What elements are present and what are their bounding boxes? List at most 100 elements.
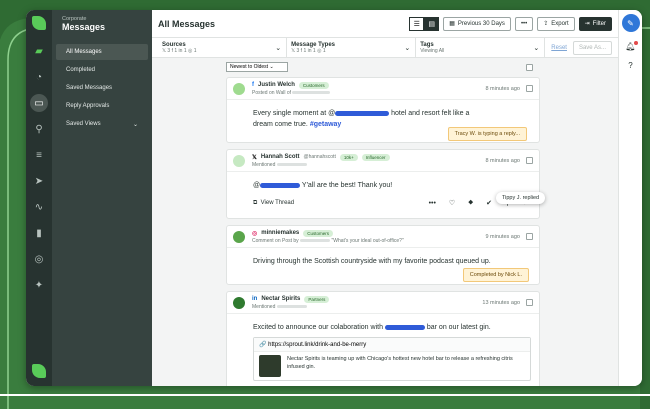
notification-dot — [633, 41, 638, 45]
author-name: Hannah Scott — [260, 154, 300, 160]
sidebar-item-completed[interactable]: Completed — [56, 62, 148, 78]
message-text: Every single moment at @ — [253, 110, 336, 117]
customer-badge: Customers — [303, 229, 334, 237]
sidebar-item-all-messages[interactable]: All Messages — [56, 44, 148, 60]
completed-note: Completed by Nick L. — [462, 268, 529, 282]
date-range-button[interactable]: ▦ Previous 30 Days — [443, 16, 511, 31]
message-header: 𝕏 Hannah Scott @hannahscott 10k+ Influen… — [227, 150, 539, 172]
message-text: bar on our latest gin. — [424, 324, 491, 331]
messages-sidebar: Corporate Messages All Messages Complete… — [52, 10, 152, 386]
timestamp: 13 minutes ago — [482, 299, 520, 306]
redacted-mention — [384, 324, 425, 330]
redacted-mention — [335, 110, 390, 116]
message-card[interactable]: in Nectar Spirits Partners Mentioned 13 … — [226, 291, 540, 386]
sidebar-item-reply-approvals[interactable]: Reply Approvals — [56, 98, 148, 114]
reports-icon[interactable]: ▮ — [30, 224, 48, 242]
message-card[interactable]: ◎ minniemakes Customers Comment on Post … — [226, 225, 540, 285]
inbox-icon[interactable]: ▭ — [30, 94, 48, 112]
export-icon: ⇪ — [543, 21, 549, 27]
bell-icon[interactable]: 🔔︎ — [625, 41, 638, 51]
message-text: Y'all are the best! Thank you! — [300, 182, 393, 189]
pin-icon[interactable]: ⚲ — [30, 120, 48, 138]
author-name: Justin Welch — [258, 82, 295, 88]
message-feed: Newest to Oldest ⌄ f Justin Welch Custom… — [152, 58, 618, 386]
sidebar-item-label: All Messages — [66, 49, 102, 55]
author-info: ◎ minniemakes Customers Comment on Post … — [252, 229, 485, 244]
message-context: Mentioned — [252, 303, 276, 310]
calendar-icon: ▦ — [449, 21, 455, 27]
chevron-down-icon: ⌄ — [132, 122, 138, 128]
preview-thumbnail — [259, 355, 281, 377]
timestamp: 8 minutes ago — [485, 157, 520, 164]
sprout-logo — [32, 16, 46, 30]
message-text: Excited to announce our colaboration wit… — [253, 324, 385, 331]
more-actions-icon[interactable]: ••• — [429, 200, 436, 207]
page-title: All Messages — [158, 18, 216, 29]
message-header: f Justin Welch Customers Posted on Wall … — [227, 78, 539, 100]
folder-icon[interactable]: ▰ — [30, 42, 48, 60]
view-thread-link[interactable]: View Thread — [261, 200, 294, 206]
tags-filter[interactable]: Tags Viewing All ⌄ — [416, 38, 546, 57]
tags-value: Viewing All — [420, 47, 445, 54]
thread-icon: ⧉ — [253, 199, 258, 206]
sidebar-item-saved-messages[interactable]: Saved Messages — [56, 80, 148, 96]
bot-icon[interactable]: ◎ — [30, 250, 48, 268]
link-url[interactable]: https://sprout.link/drink-and-be-merry — [268, 342, 366, 348]
save-as-button[interactable]: Save As... — [572, 40, 612, 55]
link-icon: 🔗 — [259, 342, 267, 348]
customer-badge: Customers — [298, 81, 329, 89]
tag-icon[interactable]: ⬥ — [468, 199, 473, 207]
message-checkbox[interactable] — [526, 299, 533, 306]
avatar — [233, 82, 245, 95]
compose-icon[interactable]: ✎ — [621, 14, 640, 32]
list-icon[interactable]: ≡ — [30, 146, 48, 164]
sources-filter[interactable]: Sources 𝕏 3 f 1 in 1 ◎ 1 ⌄ — [158, 38, 288, 57]
complete-icon[interactable]: ✔ — [486, 199, 492, 207]
avatar — [233, 154, 245, 167]
message-checkbox[interactable] — [526, 233, 533, 240]
sidebar-title: Messages — [62, 22, 106, 32]
more-options-button[interactable]: ••• — [514, 16, 534, 31]
redacted-text — [276, 162, 307, 166]
select-all-checkbox[interactable] — [526, 64, 533, 71]
sidebar-item-label: Saved Views — [66, 121, 101, 127]
sidebar-item-label: Completed — [66, 67, 96, 73]
redacted-text — [276, 304, 307, 308]
send-icon[interactable]: ➤ — [30, 172, 48, 190]
followers-badge: 10k+ — [339, 153, 358, 161]
message-checkbox[interactable] — [526, 157, 533, 164]
export-label: Export — [551, 20, 569, 27]
message-text: Driving through the Scottish countryside… — [253, 258, 491, 265]
filter-arrow-icon: ⇥ — [584, 21, 590, 27]
message-card[interactable]: f Justin Welch Customers Posted on Wall … — [226, 77, 540, 143]
influencer-badge: Influencer — [361, 153, 390, 161]
message-card[interactable]: 𝕏 Hannah Scott @hannahscott 10k+ Influen… — [226, 149, 540, 219]
filter-button[interactable]: ⇥ Filter — [578, 16, 612, 31]
sort-select[interactable]: Newest to Oldest ⌄ — [226, 62, 288, 72]
filter-label: Filter — [592, 20, 606, 27]
export-button[interactable]: ⇪ Export — [537, 16, 575, 31]
list-view-icon[interactable]: ☰ — [409, 16, 425, 31]
message-types-filter[interactable]: Message Types 𝕏 3 f 1 in 1 ◎ 1 ⌄ — [287, 38, 417, 57]
message-checkbox[interactable] — [526, 85, 533, 92]
reset-link[interactable]: Reset — [551, 45, 567, 51]
post-title: "What's your ideal out-of-office?" — [331, 237, 404, 244]
x-icon: 𝕏 — [252, 154, 257, 161]
listening-icon[interactable]: ∿ — [30, 198, 48, 216]
sidebar-item-saved-views[interactable]: Saved Views ⌄ — [56, 116, 148, 133]
help-icon[interactable]: ? — [628, 61, 632, 70]
message-context: Posted on Wall of — [252, 89, 292, 96]
like-icon[interactable]: ♡ — [449, 199, 455, 207]
message-text: @ — [253, 182, 261, 189]
message-context: Mentioned — [252, 161, 276, 168]
star-icon[interactable]: ✦ — [30, 276, 48, 294]
icon-rail: ▰ ◔ ▭ ⚲ ≡ ➤ ∿ ▮ ◎ ✦ — [26, 10, 52, 386]
card-view-icon[interactable]: ▤ — [424, 16, 440, 31]
link-preview[interactable]: 🔗 https://sprout.link/drink-and-be-merry… — [253, 337, 531, 381]
hashtag-link[interactable]: #getaway — [310, 121, 342, 128]
partner-badge: Partners — [304, 295, 330, 303]
top-bar: All Messages ☰ ▤ ▦ Previous 30 Days ••• ⇪… — [152, 10, 618, 38]
preview-text: Nectar Spirits is teaming up with Chicag… — [287, 356, 513, 370]
dashboard-icon[interactable]: ◔ — [30, 68, 48, 86]
facebook-icon: f — [252, 82, 254, 88]
